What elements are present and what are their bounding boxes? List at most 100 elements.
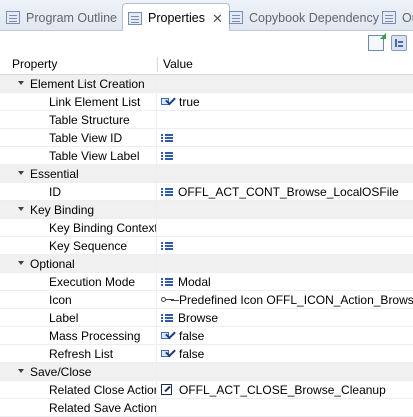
tab-label: Ou: [402, 10, 413, 25]
property-row[interactable]: Table View Label: [0, 147, 413, 165]
expand-collapse-icon[interactable]: [18, 171, 24, 175]
property-row[interactable]: Execution Mode Modal: [0, 273, 413, 291]
category-row[interactable]: Element List Creation: [0, 75, 413, 93]
category-row[interactable]: Save/Close: [0, 363, 413, 381]
value-cell[interactable]: Browse: [158, 309, 413, 326]
property-cell[interactable]: Table View Label: [0, 147, 157, 164]
list-icon: [161, 277, 174, 287]
value-cell[interactable]: [158, 111, 413, 128]
value-content: Browse: [161, 309, 218, 326]
property-cell[interactable]: Label: [0, 309, 157, 326]
property-value: Modal: [178, 274, 211, 289]
expand-collapse-icon[interactable]: [18, 81, 24, 85]
list-icon: [161, 241, 174, 251]
property-cell[interactable]: Execution Mode: [0, 273, 157, 290]
categories-toggle-icon[interactable]: [391, 35, 407, 51]
property-label: Table View ID: [49, 131, 123, 145]
list-icon: [161, 133, 174, 143]
value-cell[interactable]: [158, 399, 413, 416]
property-row[interactable]: Related Close Action OFFL_ACT_CLOSE_Brows…: [0, 381, 413, 399]
value-cell[interactable]: Modal: [158, 273, 413, 290]
property-cell[interactable]: Related Save Action: [0, 399, 157, 416]
property-cell[interactable]: ID: [0, 183, 157, 200]
column-separator[interactable]: [157, 57, 158, 72]
property-row[interactable]: Icon Predefined Icon OFFL_ICON_Action_Bro…: [0, 291, 413, 309]
property-row[interactable]: Link Element List true: [0, 93, 413, 111]
value-cell[interactable]: [158, 237, 413, 254]
property-row[interactable]: Key Sequence: [0, 237, 413, 255]
value-cell[interactable]: true: [158, 93, 413, 110]
property-label: Related Save Action: [49, 401, 157, 415]
value-cell: [158, 165, 413, 182]
property-row[interactable]: Label Browse: [0, 309, 413, 327]
value-cell[interactable]: [158, 147, 413, 164]
outline-icon: [6, 11, 20, 24]
tab-copybook-dependency[interactable]: Copybook Dependency: [229, 4, 379, 31]
expand-collapse-icon[interactable]: [18, 207, 24, 211]
property-tree: Element List Creation Link Element List tr…: [0, 75, 413, 417]
property-cell[interactable]: Essential: [0, 165, 157, 182]
category-row[interactable]: Optional: [0, 255, 413, 273]
value-cell: [158, 363, 413, 380]
new-property-icon[interactable]: [368, 33, 386, 51]
property-cell[interactable]: Key Sequence: [0, 237, 157, 254]
property-cell[interactable]: Related Close Action: [0, 381, 157, 398]
property-cell[interactable]: Table Structure: [0, 111, 157, 128]
property-cell[interactable]: Mass Processing: [0, 327, 157, 344]
property-cell[interactable]: Key Binding: [0, 201, 157, 218]
value-content: false: [161, 327, 204, 344]
property-cell[interactable]: Table View ID: [0, 129, 157, 146]
value-content: true: [161, 93, 200, 110]
properties-icon: [128, 11, 142, 25]
edit-icon: [161, 384, 172, 395]
property-row[interactable]: ID OFFL_ACT_CONT_Browse_LocalOSFile: [0, 183, 413, 201]
property-label: Link Element List: [49, 95, 141, 109]
expand-collapse-icon[interactable]: [18, 369, 24, 373]
property-row[interactable]: Table Structure: [0, 111, 413, 129]
list-icon: [161, 151, 174, 161]
property-cell[interactable]: Link Element List: [0, 93, 157, 110]
property-row[interactable]: Refresh List false: [0, 345, 413, 363]
table-header: Property Value: [0, 55, 413, 75]
value-cell[interactable]: Predefined Icon OFFL_ICON_Action_Browse: [158, 291, 413, 308]
property-column-header[interactable]: Property: [12, 55, 57, 74]
property-cell[interactable]: Key Binding Context: [0, 219, 157, 236]
property-label: ID: [49, 185, 61, 199]
property-value: OFFL_ACT_CONT_Browse_LocalOSFile: [178, 184, 399, 199]
value-cell[interactable]: false: [158, 327, 413, 344]
property-cell[interactable]: Icon: [0, 291, 157, 308]
category-row[interactable]: Key Binding: [0, 201, 413, 219]
property-cell[interactable]: Save/Close: [0, 363, 157, 380]
value-cell: [158, 75, 413, 92]
close-icon[interactable]: ✕: [212, 12, 223, 25]
tab-program-outline[interactable]: Program Outline: [6, 4, 117, 31]
value-column-header[interactable]: Value: [163, 55, 193, 74]
property-label: Refresh List: [49, 347, 114, 361]
category-row[interactable]: Essential: [0, 165, 413, 183]
value-content: Modal: [161, 273, 211, 290]
tab-outline[interactable]: Ou: [382, 4, 413, 31]
tab-label: Program Outline: [26, 10, 118, 25]
property-value: OFFL_ACT_CLOSE_Browse_Cleanup: [179, 382, 386, 397]
tab-properties[interactable]: Properties ✕: [122, 3, 230, 32]
value-content: false: [161, 345, 204, 362]
value-cell[interactable]: OFFL_ACT_CONT_Browse_LocalOSFile: [158, 183, 413, 200]
value-cell[interactable]: false: [158, 345, 413, 362]
expand-collapse-icon[interactable]: [18, 261, 24, 265]
value-cell[interactable]: [158, 219, 413, 236]
check-icon: [161, 349, 175, 359]
property-label: Mass Processing: [49, 329, 141, 343]
property-row[interactable]: Key Binding Context: [0, 219, 413, 237]
value-cell[interactable]: OFFL_ACT_CLOSE_Browse_Cleanup: [158, 381, 413, 398]
value-content: [161, 237, 178, 254]
property-row[interactable]: Related Save Action: [0, 399, 413, 417]
property-cell[interactable]: Refresh List: [0, 345, 157, 362]
dependency-icon: [229, 11, 243, 24]
property-cell[interactable]: Optional: [0, 255, 157, 272]
value-cell[interactable]: [158, 129, 413, 146]
value-cell: [158, 201, 413, 218]
property-row[interactable]: Table View ID: [0, 129, 413, 147]
property-row[interactable]: Mass Processing false: [0, 327, 413, 345]
property-cell[interactable]: Element List Creation: [0, 75, 157, 92]
tab-label: Properties: [148, 11, 205, 25]
